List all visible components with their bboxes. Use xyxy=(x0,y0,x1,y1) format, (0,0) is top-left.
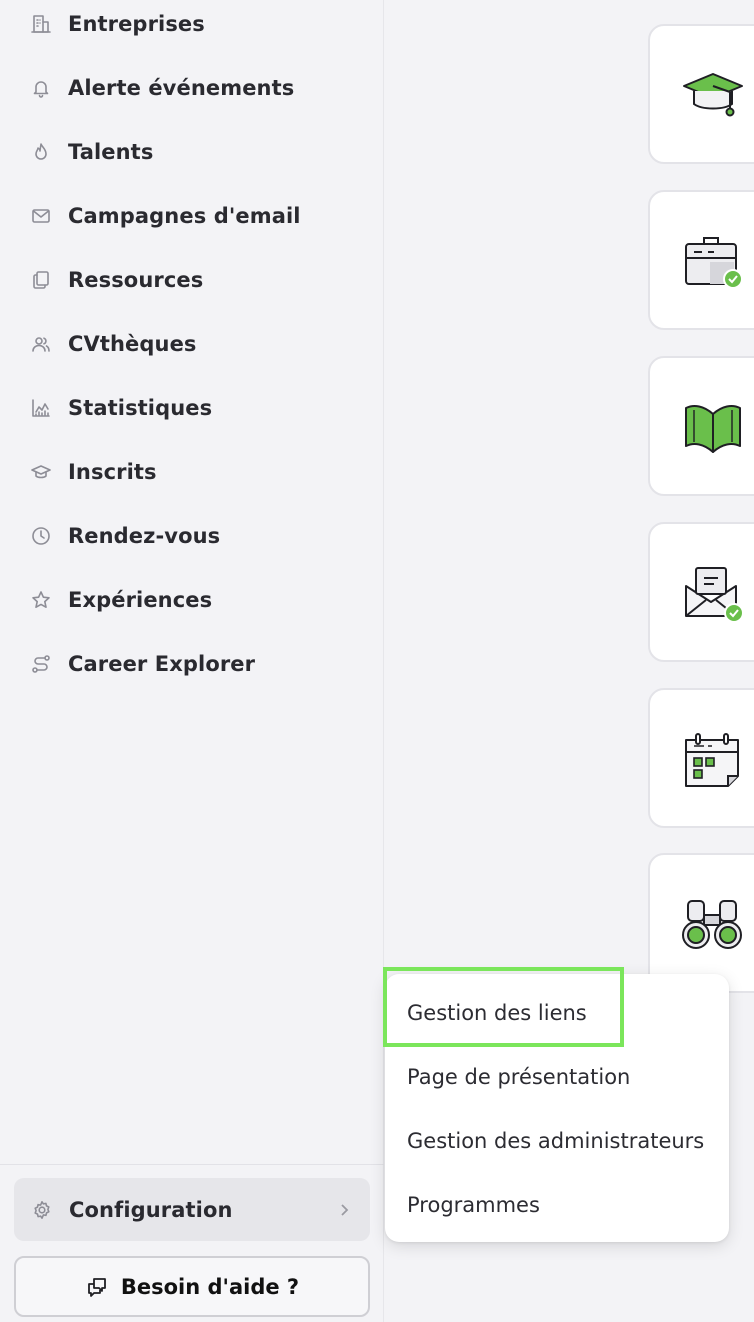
sidebar-item-rendez-vous[interactable]: Rendez-vous xyxy=(0,504,384,568)
sidebar-item-label: Alerte événements xyxy=(68,76,295,100)
envelope-check-illustration xyxy=(680,560,746,626)
menu-item-gestion-des-administrateurs[interactable]: Gestion des administrateurs xyxy=(385,1109,729,1173)
sidebar-item-label: Ressources xyxy=(68,268,204,292)
graduation-cap-icon xyxy=(30,461,52,483)
graduation-cap-illustration xyxy=(680,62,746,128)
briefcase-check-illustration xyxy=(680,228,746,294)
configuration-label: Configuration xyxy=(69,1197,233,1222)
sidebar-item-career-explorer[interactable]: Career Explorer xyxy=(0,632,384,696)
menu-item-programmes[interactable]: Programmes xyxy=(385,1173,729,1237)
sidebar-item-label: Talents xyxy=(68,140,154,164)
menu-item-gestion-des-liens[interactable]: Gestion des liens xyxy=(385,981,729,1045)
sidebar-item-entreprises[interactable]: Entreprises xyxy=(0,0,384,56)
sidebar: Entreprises Alerte événements Talents Ca… xyxy=(0,0,384,1322)
sidebar-item-label: Campagnes d'email xyxy=(68,204,301,228)
card-rendez-vous[interactable] xyxy=(648,688,754,828)
binoculars-illustration xyxy=(680,891,746,957)
sidebar-item-alerte-evenements[interactable]: Alerte événements xyxy=(0,56,384,120)
flame-icon xyxy=(30,141,52,163)
sidebar-item-label: Expériences xyxy=(68,588,213,612)
help-button-label: Besoin d'aide ? xyxy=(120,1274,300,1299)
card-campagnes[interactable] xyxy=(648,522,754,662)
card-formations[interactable] xyxy=(648,24,754,164)
sidebar-item-label: Inscrits xyxy=(68,460,157,484)
sidebar-item-statistiques[interactable]: Statistiques xyxy=(0,376,384,440)
sidebar-item-label: CVthèques xyxy=(68,332,197,356)
clock-icon xyxy=(30,525,52,547)
book-illustration xyxy=(680,394,746,460)
gear-icon xyxy=(31,1199,53,1221)
card-career-explorer[interactable] xyxy=(648,853,754,993)
users-icon xyxy=(30,333,52,355)
chat-icon xyxy=(85,1275,109,1299)
sidebar-item-inscrits[interactable]: Inscrits xyxy=(0,440,384,504)
chevron-right-icon xyxy=(336,1202,352,1218)
route-icon xyxy=(30,653,52,675)
sidebar-item-ressources[interactable]: Ressources xyxy=(0,248,384,312)
sidebar-item-label: Career Explorer xyxy=(68,652,256,676)
bell-icon xyxy=(30,77,52,99)
menu-item-page-de-presentation[interactable]: Page de présentation xyxy=(385,1045,729,1109)
help-button[interactable]: Besoin d'aide ? xyxy=(14,1256,370,1317)
sidebar-divider xyxy=(0,1164,384,1165)
sidebar-item-experiences[interactable]: Expériences xyxy=(0,568,384,632)
sidebar-item-label: Statistiques xyxy=(68,396,213,420)
sidebar-item-label: Entreprises xyxy=(68,12,205,36)
documents-icon xyxy=(30,269,52,291)
mail-icon xyxy=(30,205,52,227)
sidebar-item-label: Rendez-vous xyxy=(68,524,221,548)
calendar-illustration xyxy=(680,726,746,792)
sidebar-item-cvtheques[interactable]: CVthèques xyxy=(0,312,384,376)
star-icon xyxy=(30,589,52,611)
card-offres[interactable] xyxy=(648,190,754,330)
configuration-menu: Gestion des liens Page de présentation G… xyxy=(385,974,729,1242)
chart-icon xyxy=(30,397,52,419)
card-ressources[interactable] xyxy=(648,356,754,496)
sidebar-item-configuration[interactable]: Configuration xyxy=(14,1178,370,1241)
sidebar-item-campagnes-email[interactable]: Campagnes d'email xyxy=(0,184,384,248)
sidebar-item-talents[interactable]: Talents xyxy=(0,120,384,184)
building-icon xyxy=(30,13,52,35)
